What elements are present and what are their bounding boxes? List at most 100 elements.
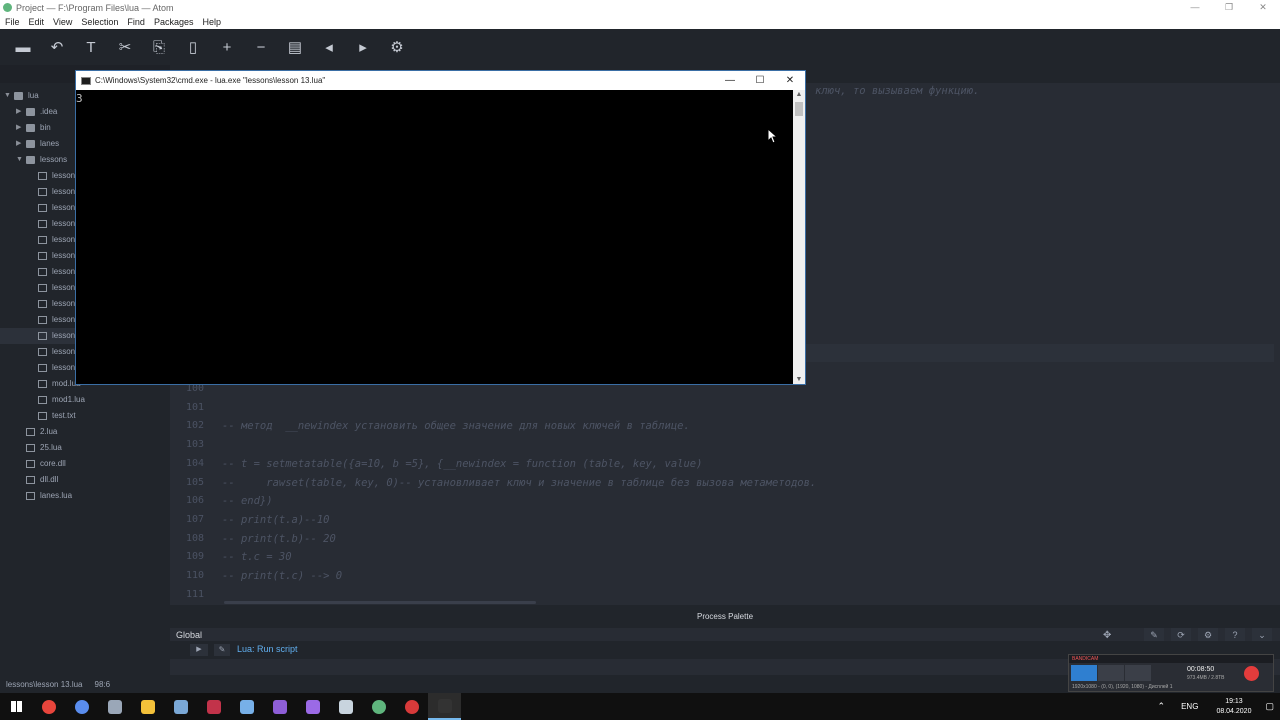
menu-help[interactable]: Help — [197, 17, 225, 27]
palette-collapse-button[interactable]: ⌄ — [1252, 628, 1272, 642]
line-number: 110 — [185, 570, 204, 581]
minimize-button[interactable]: — — [1178, 0, 1212, 15]
cmd-titlebar[interactable]: C:\Windows\System32\cmd.exe - lua.exe "l… — [76, 71, 805, 90]
scroll-down-icon[interactable]: ▼ — [793, 376, 805, 383]
taskbar-app-bandicam[interactable] — [395, 693, 428, 720]
cmd-minimize-button[interactable]: — — [715, 71, 745, 90]
format-icon[interactable]: T — [74, 32, 108, 62]
folder-icon[interactable]: ▬ — [6, 32, 40, 62]
chevron-right-icon: ▶ — [16, 140, 22, 147]
windows-icon — [10, 701, 22, 712]
system-tray: ⌃ ENG 19:13 08.04.2020 ▢ — [1152, 693, 1280, 720]
language-indicator[interactable]: ENG — [1181, 702, 1198, 711]
tools-icon[interactable]: ✂ — [108, 32, 142, 62]
game-mode-icon[interactable] — [1098, 665, 1124, 681]
file-icon — [38, 396, 47, 404]
menu-find[interactable]: Find — [122, 17, 149, 27]
horizontal-scrollbar[interactable] — [224, 601, 536, 604]
taskbar-app-app-leaf[interactable] — [329, 693, 362, 720]
bookmark-icon[interactable]: ▯ — [176, 32, 210, 62]
tree-item-label: lesson — [52, 171, 76, 180]
cmd-maximize-button[interactable]: ☐ — [745, 71, 775, 90]
cmd-close-button[interactable]: ✕ — [775, 71, 805, 90]
process-palette-header[interactable]: Process Palette — [170, 605, 1280, 628]
menu-edit[interactable]: Edit — [24, 17, 49, 27]
status-cursor-position[interactable]: 98:6 — [95, 680, 111, 689]
plus-icon[interactable]: + — [210, 32, 244, 62]
notification-icon[interactable]: ▢ — [1265, 701, 1274, 712]
cursor-line-highlight — [800, 344, 1274, 362]
line-number: 102 — [185, 420, 204, 432]
clock[interactable]: 19:13 08.04.2020 — [1216, 697, 1251, 717]
line-number: 106 — [185, 495, 204, 507]
tree-item[interactable]: test.txt — [0, 408, 170, 424]
cmd-scroll-thumb[interactable] — [795, 102, 803, 116]
tree-item-label: .idea — [40, 107, 58, 116]
left-icon[interactable]: ◂ — [312, 32, 346, 62]
pencil-icon[interactable]: ✎ — [214, 644, 230, 656]
bandicam-brand: BANDICAM — [1069, 655, 1273, 663]
tree-root[interactable]: ▼ lua — [4, 88, 39, 104]
tree-item[interactable]: mod1.lua — [0, 392, 170, 408]
code-line: -- end}) — [222, 495, 273, 508]
device-mode-icon[interactable] — [1125, 665, 1151, 681]
taskbar-app-visual-studio-2[interactable] — [296, 693, 329, 720]
minus-icon[interactable]: − — [244, 32, 278, 62]
folder-icon — [26, 124, 35, 132]
scroll-up-icon[interactable]: ▲ — [793, 91, 805, 98]
right-icon[interactable]: ▸ — [346, 32, 380, 62]
taskbar-app-visual-studio[interactable] — [263, 693, 296, 720]
tree-item[interactable]: lanes.lua — [0, 488, 170, 504]
tree-item[interactable]: core.dll — [0, 456, 170, 472]
play-icon[interactable]: ▶ — [190, 644, 208, 656]
status-file[interactable]: lessons\lesson 13.lua — [6, 680, 83, 689]
run-script-link[interactable]: Lua: Run script — [237, 644, 298, 654]
window-titlebar: Project — F:\Program Files\lua — Atom — … — [0, 0, 1280, 15]
undo-icon[interactable]: ↶ — [40, 32, 74, 62]
cmd-output[interactable]: 3 — [76, 90, 794, 384]
folder-icon — [26, 140, 35, 148]
tree-item-label: test.txt — [52, 411, 76, 420]
bandicam-widget[interactable]: BANDICAM 00:08:50 973.4MB / 2.8TB 1920x1… — [1068, 654, 1274, 692]
taskbar-app-explorer[interactable] — [131, 693, 164, 720]
record-stop-button[interactable] — [1244, 666, 1259, 681]
menu-selection[interactable]: Selection — [76, 17, 122, 27]
copy-icon[interactable]: ⎘ — [142, 32, 176, 62]
maximize-button[interactable]: ❐ — [1212, 0, 1246, 15]
taskbar-app-app-grid[interactable] — [197, 693, 230, 720]
tree-item[interactable]: dll.dll — [0, 472, 170, 488]
screen-mode-icon[interactable] — [1071, 665, 1097, 681]
file-icon — [26, 460, 35, 468]
line-number: 103 — [185, 439, 204, 451]
taskbar-app-chrome[interactable] — [32, 693, 65, 720]
taskbar-app-cmd[interactable] — [428, 693, 461, 720]
cmd-scrollbar[interactable]: ▲ ▼ — [793, 90, 805, 384]
pin-icon[interactable]: ✥ — [1103, 630, 1111, 641]
bandicam-icon — [404, 699, 419, 714]
tree-item-label: lesson — [52, 283, 76, 292]
tree-item[interactable]: 2.lua — [0, 424, 170, 440]
line-number: 101 — [185, 401, 204, 413]
chevron-up-icon[interactable]: ⌃ — [1158, 701, 1166, 712]
gear-icon[interactable]: ⚙ — [380, 32, 414, 62]
taskbar-app-app-circle[interactable] — [65, 693, 98, 720]
palette-edit-button[interactable]: ✎ — [1144, 628, 1164, 642]
window-title: Project — F:\Program Files\lua — Atom — [16, 2, 174, 13]
close-button[interactable]: ✕ — [1246, 0, 1280, 15]
start-button[interactable] — [0, 693, 32, 720]
palette-reload-button[interactable]: ⟳ — [1171, 628, 1191, 642]
menu-packages[interactable]: Packages — [149, 17, 198, 27]
file-icon[interactable]: ▤ — [278, 32, 312, 62]
tree-item[interactable]: 25.lua — [0, 440, 170, 456]
chrome-icon — [41, 699, 56, 714]
tree-item-label: 2.lua — [40, 427, 58, 436]
cmd-window[interactable]: C:\Windows\System32\cmd.exe - lua.exe "l… — [75, 70, 806, 385]
taskbar-app-app-gear[interactable] — [230, 693, 263, 720]
taskbar-app-app-files[interactable] — [98, 693, 131, 720]
menu-file[interactable]: File — [0, 17, 24, 27]
palette-help-button[interactable]: ? — [1225, 628, 1245, 642]
taskbar-app-atom[interactable] — [362, 693, 395, 720]
taskbar-app-app-cube[interactable] — [164, 693, 197, 720]
palette-settings-button[interactable]: ⚙ — [1198, 628, 1218, 642]
menu-view[interactable]: View — [48, 17, 76, 27]
